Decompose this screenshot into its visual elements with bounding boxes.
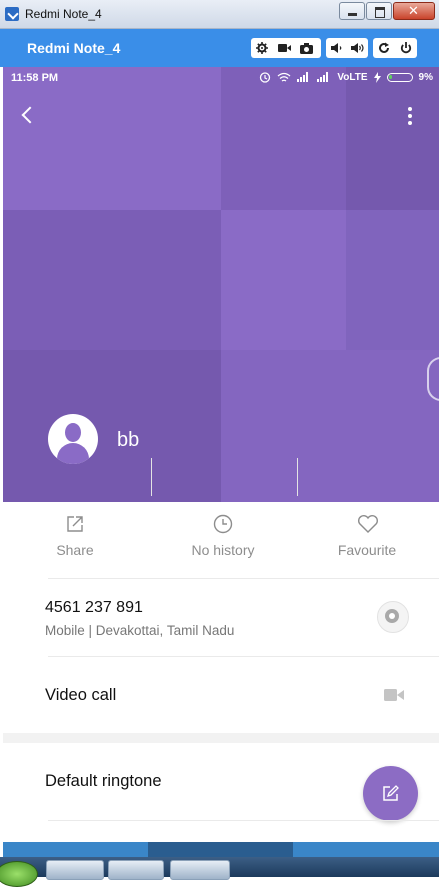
window-title-bar: Redmi Note_4	[0, 0, 439, 29]
phone-details: Mobile | Devakottai, Tamil Nadu	[45, 623, 235, 638]
video-record-icon[interactable]	[273, 38, 295, 58]
signal-icon	[317, 72, 329, 82]
favourite-button[interactable]: Favourite	[327, 514, 407, 558]
navigation-bar-highlight	[148, 842, 293, 858]
action-row: Share No history Favourite	[3, 502, 439, 578]
window-title: Redmi Note_4	[25, 7, 102, 21]
avatar	[48, 414, 98, 464]
device-tools	[373, 38, 417, 58]
favourite-label: Favourite	[337, 542, 397, 558]
battery-icon	[386, 72, 413, 82]
divider	[48, 820, 439, 821]
volume-down-icon[interactable]	[326, 38, 347, 58]
status-indicators: VoLTE 9%	[259, 71, 433, 83]
signal-icon	[297, 72, 309, 82]
edge-handle[interactable]	[427, 357, 439, 401]
divider	[151, 458, 152, 496]
heart-icon	[357, 514, 378, 534]
taskbar-app-paint[interactable]	[46, 860, 104, 880]
divider	[48, 656, 439, 657]
emulator-toolbar: Redmi Note_4	[0, 29, 439, 67]
divider	[48, 578, 439, 579]
edit-contact-button[interactable]	[363, 766, 418, 821]
divider	[297, 458, 298, 496]
rotate-icon[interactable]	[373, 38, 395, 58]
maximize-button[interactable]	[366, 2, 392, 20]
ringtone-label[interactable]: Default ringtone	[45, 772, 162, 791]
video-camera-icon[interactable]	[384, 688, 404, 702]
clock-icon	[213, 514, 233, 534]
minimize-button[interactable]	[339, 2, 365, 20]
device-name: Redmi Note_4	[27, 40, 121, 56]
taskbar-app-emulator[interactable]	[170, 860, 230, 880]
edit-icon	[383, 785, 399, 801]
history-label: No history	[191, 542, 255, 558]
status-time: 11:58 PM	[11, 72, 59, 84]
app-icon	[5, 7, 19, 21]
wifi-icon	[277, 72, 291, 82]
volume-up-icon[interactable]	[347, 38, 368, 58]
network-type: VoLTE	[337, 71, 368, 83]
share-icon	[65, 514, 85, 534]
capture-tools	[251, 38, 321, 58]
battery-level: 9%	[418, 71, 433, 83]
section-gap	[3, 733, 439, 743]
start-button[interactable]	[0, 861, 38, 887]
status-bar: 11:58 PM VoLTE 9%	[3, 67, 439, 91]
share-label: Share	[56, 542, 94, 558]
close-button[interactable]	[393, 2, 435, 20]
contact-name: bb	[117, 429, 140, 451]
message-button[interactable]	[377, 601, 409, 633]
settings-icon[interactable]	[251, 38, 273, 58]
charging-icon	[373, 71, 381, 83]
share-button[interactable]: Share	[45, 514, 105, 558]
contact-header: 11:58 PM VoLTE 9% bb	[3, 67, 439, 502]
alarm-icon	[260, 72, 271, 83]
video-call-label[interactable]: Video call	[45, 686, 116, 705]
history-button[interactable]: No history	[173, 514, 273, 558]
back-button[interactable]	[17, 103, 41, 127]
power-icon[interactable]	[395, 38, 417, 58]
more-options-button[interactable]	[402, 105, 418, 127]
taskbar-app[interactable]	[108, 860, 164, 880]
volume-tools	[326, 38, 368, 58]
phone-number: 4561 237 891	[45, 599, 143, 616]
camera-icon[interactable]	[295, 38, 317, 58]
